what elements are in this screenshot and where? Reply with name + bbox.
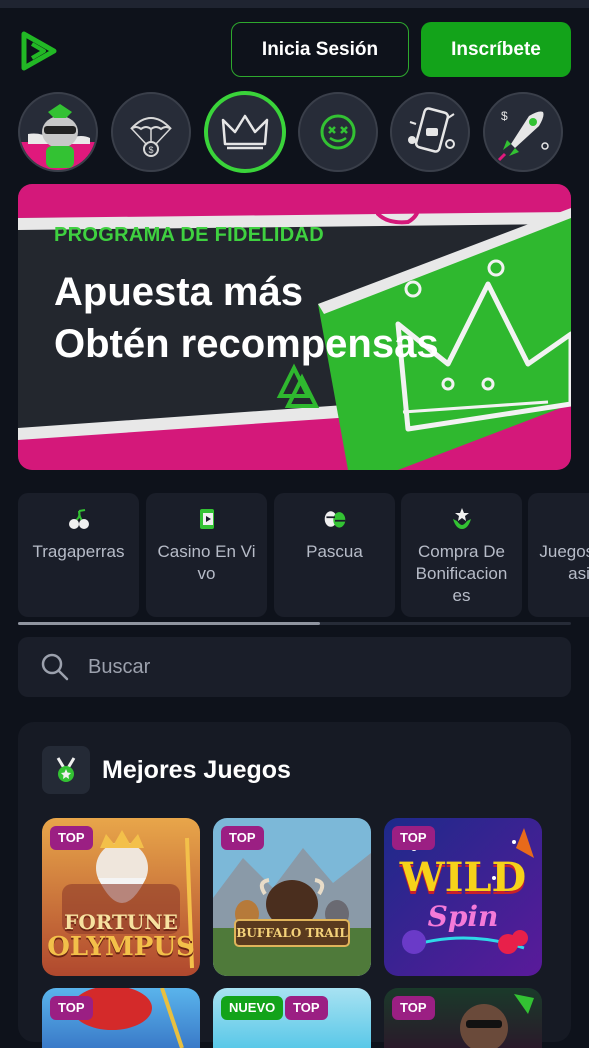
banner-kicker: PROGRAMA DE FIDELIDAD [54,224,324,247]
star-shield-icon [450,507,474,531]
category-label: Pascua [285,541,385,563]
category-carousel[interactable]: Tragaperras Casino En Vivo Pascua Compra… [18,493,589,617]
new-badge: NUEVO [221,996,283,1020]
story-smiley[interactable] [298,92,378,172]
category-casino-games[interactable]: Juegos De Casino [528,493,589,617]
category-label: Casino En Vivo [157,541,257,585]
phone-icon [400,102,460,162]
loyalty-banner[interactable]: PROGRAMA DE FIDELIDAD Apuesta más Obtén … [18,184,571,470]
brand-logo-icon[interactable] [18,30,60,72]
category-easter[interactable]: Pascua [274,493,395,617]
story-mascot[interactable] [18,92,98,172]
stories-row: $ $ [18,92,589,172]
top-strip [0,0,589,8]
category-live-casino[interactable]: Casino En Vivo [146,493,267,617]
game-card[interactable]: NUEVO TOP [213,988,371,1048]
category-label: Compra De Bonificaciones [412,541,512,607]
rocket-icon: $ [493,102,553,162]
svg-text:$: $ [148,145,153,155]
search-input[interactable] [88,656,508,679]
story-crash[interactable]: $ [483,92,563,172]
game-card-fortune-olympus[interactable]: FORTUNE OLYMPUS TOP [42,818,200,976]
top-badge: TOP [392,996,435,1020]
category-scrollbar[interactable] [18,622,571,625]
game-title: BUFFALO TRAIL [213,926,371,940]
top-badge: TOP [392,826,435,850]
category-bonus-buy[interactable]: Compra De Bonificaciones [401,493,522,617]
game-title-line1: WILD [384,854,542,901]
game-card[interactable]: TOP [384,988,542,1048]
category-slots[interactable]: Tragaperras [18,493,139,617]
story-loyalty[interactable] [204,91,286,173]
top-badge: TOP [285,996,328,1020]
easter-egg-icon [323,507,347,531]
site-header: Inicia Sesión Inscríbete [0,8,589,88]
banner-headline-1: Apuesta más [54,270,303,315]
banner-headline-2: Obtén recompensas [54,322,439,367]
category-scrollbar-thumb[interactable] [18,622,320,625]
section-title: Mejores Juegos [102,756,291,785]
parachute-coin-icon: $ [126,107,176,157]
top-badge: TOP [50,826,93,850]
cards-icon [577,507,589,531]
medal-icon [42,746,90,794]
game-card-buffalo-trail[interactable]: BUFFALO TRAIL TOP [213,818,371,976]
story-bonus-drop[interactable]: $ [111,92,191,172]
svg-text:$: $ [501,109,508,123]
top-games-section: Mejores Juegos FORTUNE OLYMPUS TOP BUFFA… [18,722,571,1042]
signup-button[interactable]: Inscríbete [421,22,571,77]
green-face-icon [313,107,363,157]
game-title-line1: FORTUNE [42,910,200,934]
search-icon [40,652,70,682]
story-social[interactable] [390,92,470,172]
top-badge: TOP [50,996,93,1020]
search-bar[interactable] [18,637,571,697]
game-title-line2: OLYMPUS [42,932,200,962]
category-label: Tragaperras [29,541,129,563]
top-badge: TOP [221,826,264,850]
green-mascot-icon [20,94,96,170]
login-button[interactable]: Inicia Sesión [231,22,409,77]
game-card[interactable]: TOP [42,988,200,1048]
game-card-wild-spin[interactable]: WILD Spin TOP [384,818,542,976]
live-play-icon [195,507,219,531]
category-label: Juegos De Casino [539,541,589,585]
game-title-line2: Spin [384,900,542,933]
crown-icon [220,112,270,152]
cherries-icon [67,507,91,531]
